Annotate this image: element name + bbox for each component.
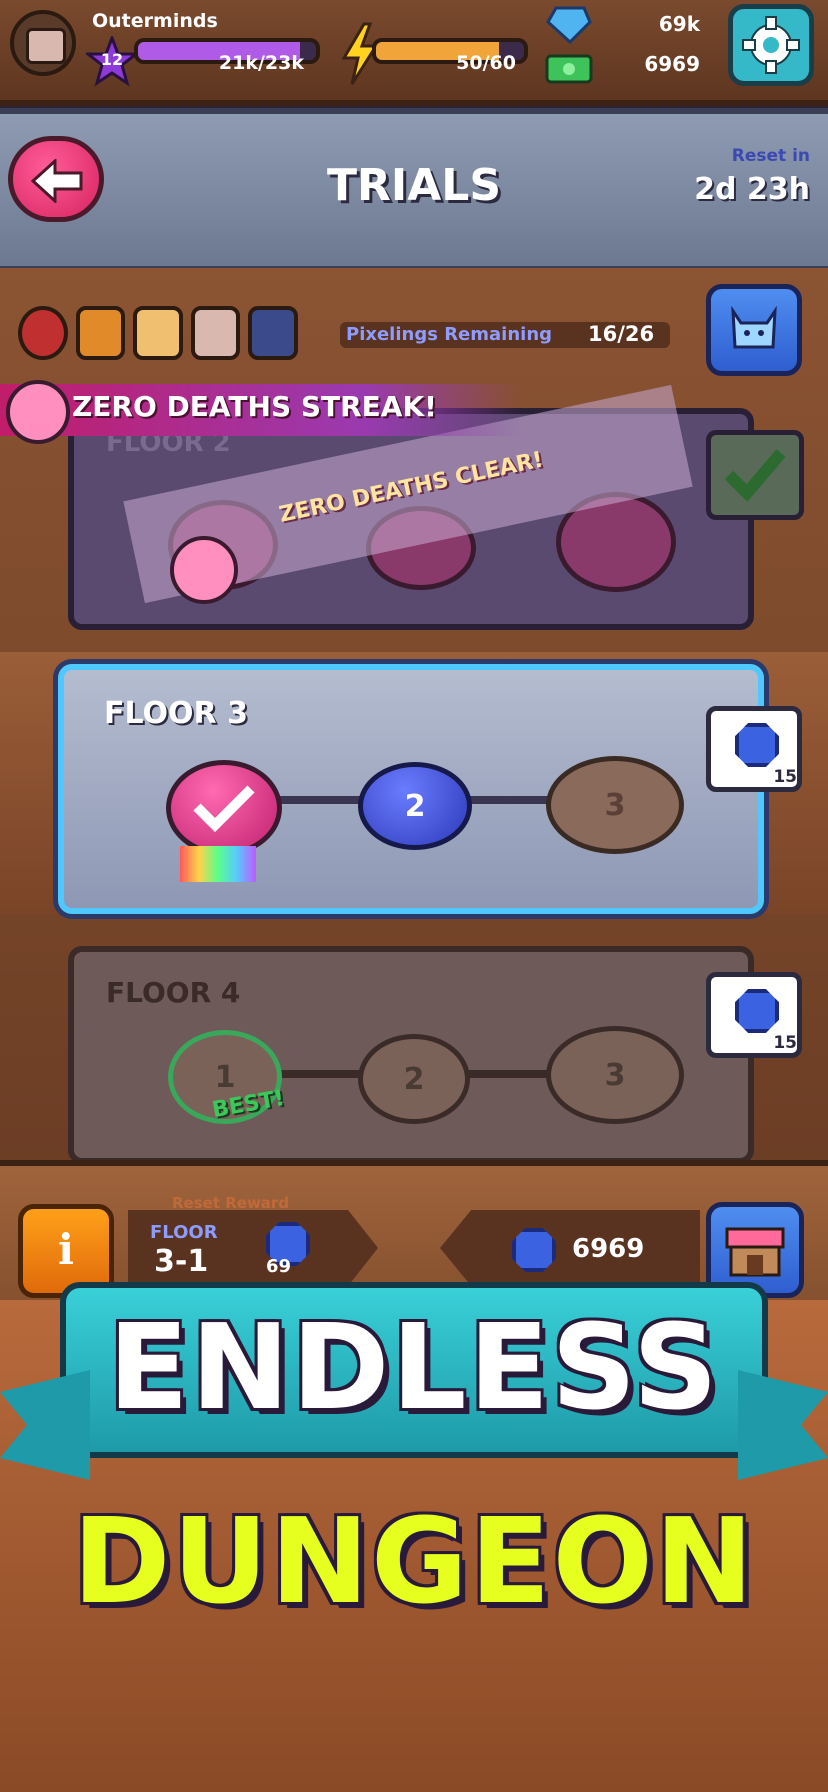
floor-2-reward-bubble (706, 430, 804, 520)
pixeling-icon[interactable] (190, 306, 241, 360)
gem-total: 6969 (572, 1234, 645, 1264)
floor-3-reward-bubble: 15 (706, 706, 802, 792)
pixeling-face-icon (731, 305, 777, 349)
gem-total-panel (440, 1210, 700, 1286)
promo-line-1: ENDLESS (108, 1298, 720, 1436)
floor-footer-label: FLOOR (150, 1222, 218, 1243)
streak-text: ZERO DEATHS STREAK! (72, 390, 437, 423)
floor-3-label: FLOOR 3 (104, 696, 248, 731)
info-icon: i (58, 1225, 74, 1274)
gem-icon (546, 4, 592, 45)
pixeling-icon[interactable] (248, 306, 298, 360)
pixeling-select-button[interactable] (706, 284, 802, 376)
rainbow-ribbon (180, 846, 256, 882)
pixeling-icon[interactable] (18, 306, 68, 360)
floor-3-node-2[interactable]: 2 (358, 762, 472, 850)
pixeling-icon[interactable] (133, 306, 183, 360)
gem-icon (735, 723, 779, 767)
gem-icon (735, 989, 779, 1033)
energy-text: 50/60 (456, 52, 516, 74)
pixeling-icon[interactable] (75, 306, 126, 360)
checkmark-icon (193, 785, 255, 833)
shop-icon (725, 1227, 785, 1277)
cash-icon (544, 50, 594, 88)
reset-reward-value: 69 (266, 1256, 292, 1277)
floor-4-node-3[interactable]: 3 (546, 1026, 684, 1124)
promo-line-2: DUNGEON (72, 1492, 756, 1630)
reset-reward-label: Reset Reward (172, 1194, 290, 1212)
floor-4-label: FLOOR 4 (106, 976, 241, 1009)
checkmark-icon (724, 449, 786, 502)
floor-footer-value: 3-1 (154, 1244, 209, 1279)
level-star-icon: 12 (83, 33, 141, 88)
pixelings-count: 16/26 (588, 322, 655, 346)
xp-text: 21k/23k (218, 52, 304, 74)
pixeling-roster (18, 306, 298, 360)
floor-3-node-1[interactable] (166, 760, 282, 856)
reset-label: Reset in (731, 146, 810, 166)
player-name: Outerminds (92, 10, 218, 32)
floor-4-reward-bubble: 15 (706, 972, 802, 1058)
floor-4-node-2[interactable]: 2 (358, 1034, 470, 1124)
settings-button[interactable] (728, 4, 814, 86)
streak-rosette-icon (6, 380, 70, 444)
rosette-icon (170, 536, 238, 604)
reset-timer: 2d 23h (694, 172, 810, 207)
pixelings-label: Pixelings Remaining (346, 324, 553, 345)
avatar-icon[interactable] (10, 10, 76, 76)
floor-3-node-3[interactable]: 3 (546, 756, 684, 854)
gems-value: 69k (658, 12, 700, 36)
gear-icon (742, 16, 800, 74)
cash-value: 6969 (644, 52, 700, 76)
